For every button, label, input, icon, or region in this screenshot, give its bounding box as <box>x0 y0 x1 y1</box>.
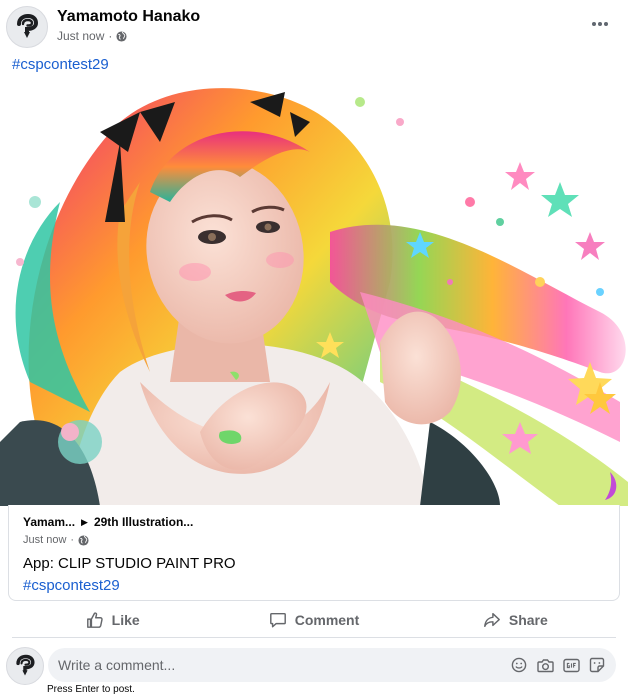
action-bar: Like Comment Share <box>12 602 616 638</box>
comment-composer <box>48 648 616 682</box>
share-arrow-icon <box>483 612 500 627</box>
post-meta: Just now · <box>57 29 127 43</box>
crumb-author[interactable]: Yamam... <box>23 515 75 529</box>
more-horizontal-icon <box>592 22 608 26</box>
clip-studio-logo-icon <box>17 13 39 38</box>
composer-hint: Press Enter to post. <box>47 684 135 695</box>
author-name[interactable]: Yamamoto Hanako <box>57 8 200 26</box>
illustration <box>0 82 628 506</box>
emoji-icon[interactable] <box>510 656 528 674</box>
gif-icon[interactable] <box>562 656 580 674</box>
caret-right-icon: ▶ <box>81 516 88 527</box>
comment-button[interactable]: Comment <box>213 602 414 637</box>
like-button[interactable]: Like <box>12 602 213 637</box>
comment-label: Comment <box>294 611 360 628</box>
composer-icons <box>510 656 616 674</box>
commenter-avatar[interactable] <box>6 647 44 685</box>
crumb-group[interactable]: 29th Illustration... <box>94 515 193 529</box>
post-image[interactable] <box>0 82 628 506</box>
sticker-icon[interactable] <box>588 656 606 674</box>
globe-icon <box>116 30 127 42</box>
comment-input[interactable] <box>48 657 510 673</box>
post-header: Yamamoto Hanako Just now · <box>0 0 628 52</box>
card-hashtag[interactable]: #cspcontest29 <box>23 577 120 594</box>
shared-post-card[interactable]: Yamam... ▶ 29th Illustration... Just now… <box>8 505 620 601</box>
post-hashtag[interactable]: #cspcontest29 <box>12 56 109 73</box>
share-button[interactable]: Share <box>415 602 616 637</box>
meta-dot: · <box>108 29 113 43</box>
author-avatar[interactable] <box>6 6 48 48</box>
thumbs-up-icon <box>86 611 103 628</box>
breadcrumb: Yamam... ▶ 29th Illustration... <box>23 515 193 529</box>
card-time[interactable]: Just now <box>23 534 66 546</box>
comment-bubble-icon <box>269 612 286 627</box>
camera-icon[interactable] <box>536 656 554 674</box>
more-options-button[interactable] <box>588 12 612 36</box>
globe-icon <box>78 534 89 546</box>
like-label: Like <box>111 611 140 628</box>
card-app-line: App: CLIP STUDIO PAINT PRO <box>23 555 236 572</box>
clip-studio-logo-icon <box>16 654 35 676</box>
card-meta-dot: · <box>70 534 75 546</box>
card-meta: Just now · <box>23 534 89 546</box>
post-time[interactable]: Just now <box>57 29 104 43</box>
share-label: Share <box>508 611 548 628</box>
